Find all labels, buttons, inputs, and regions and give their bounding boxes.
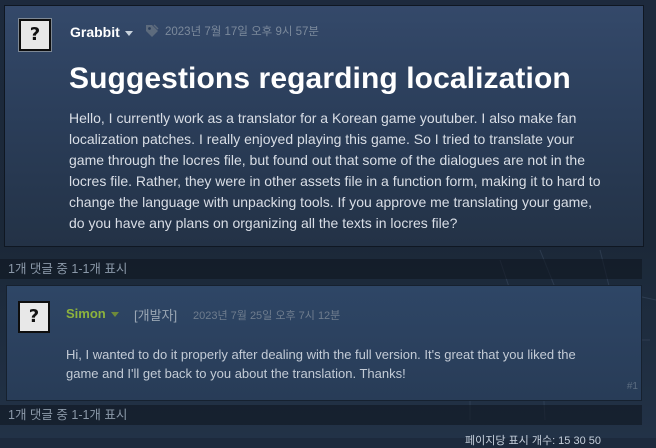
chevron-down-icon[interactable]: [124, 30, 133, 36]
avatar-placeholder-glyph: ?: [28, 306, 40, 327]
post-title: Suggestions regarding localization: [69, 62, 571, 95]
comment-index[interactable]: #1: [627, 381, 638, 392]
tag-icon: [146, 24, 159, 37]
per-page-selector[interactable]: 페이지당 표시 개수: 15 30 50: [465, 432, 601, 448]
comments-count-top: 1개 댓글 중 1-1개 표시: [0, 259, 642, 279]
original-post: ? Grabbit 2023년 7월 17일 오후 9시 57분 Suggest…: [4, 5, 644, 247]
post-author-name[interactable]: Grabbit: [70, 24, 120, 40]
avatar-placeholder-glyph: ?: [29, 24, 41, 45]
comments-count-bottom: 1개 댓글 중 1-1개 표시: [0, 405, 642, 425]
commenter-avatar[interactable]: ?: [18, 301, 50, 333]
comment-text: Hi, I wanted to do it properly after dea…: [66, 347, 576, 381]
post-timestamp: 2023년 7월 17일 오후 9시 57분: [165, 26, 319, 38]
comment: ? Simon [개발자] 2023년 7월 25일 오후 7시 12분 Hi,…: [6, 285, 642, 401]
post-body: Hello, I currently work as a translator …: [69, 110, 601, 231]
comment-author[interactable]: Simon: [66, 306, 119, 321]
comment-timestamp: 2023년 7월 25일 오후 7시 12분: [193, 310, 341, 322]
chevron-down-icon[interactable]: [110, 312, 119, 318]
author-avatar[interactable]: ?: [18, 18, 52, 52]
post-author[interactable]: Grabbit: [70, 24, 133, 40]
post-meta: 2023년 7월 17일 오후 9시 57분: [145, 23, 319, 39]
comment-author-name[interactable]: Simon: [66, 306, 106, 321]
developer-badge: [개발자]: [134, 308, 178, 323]
